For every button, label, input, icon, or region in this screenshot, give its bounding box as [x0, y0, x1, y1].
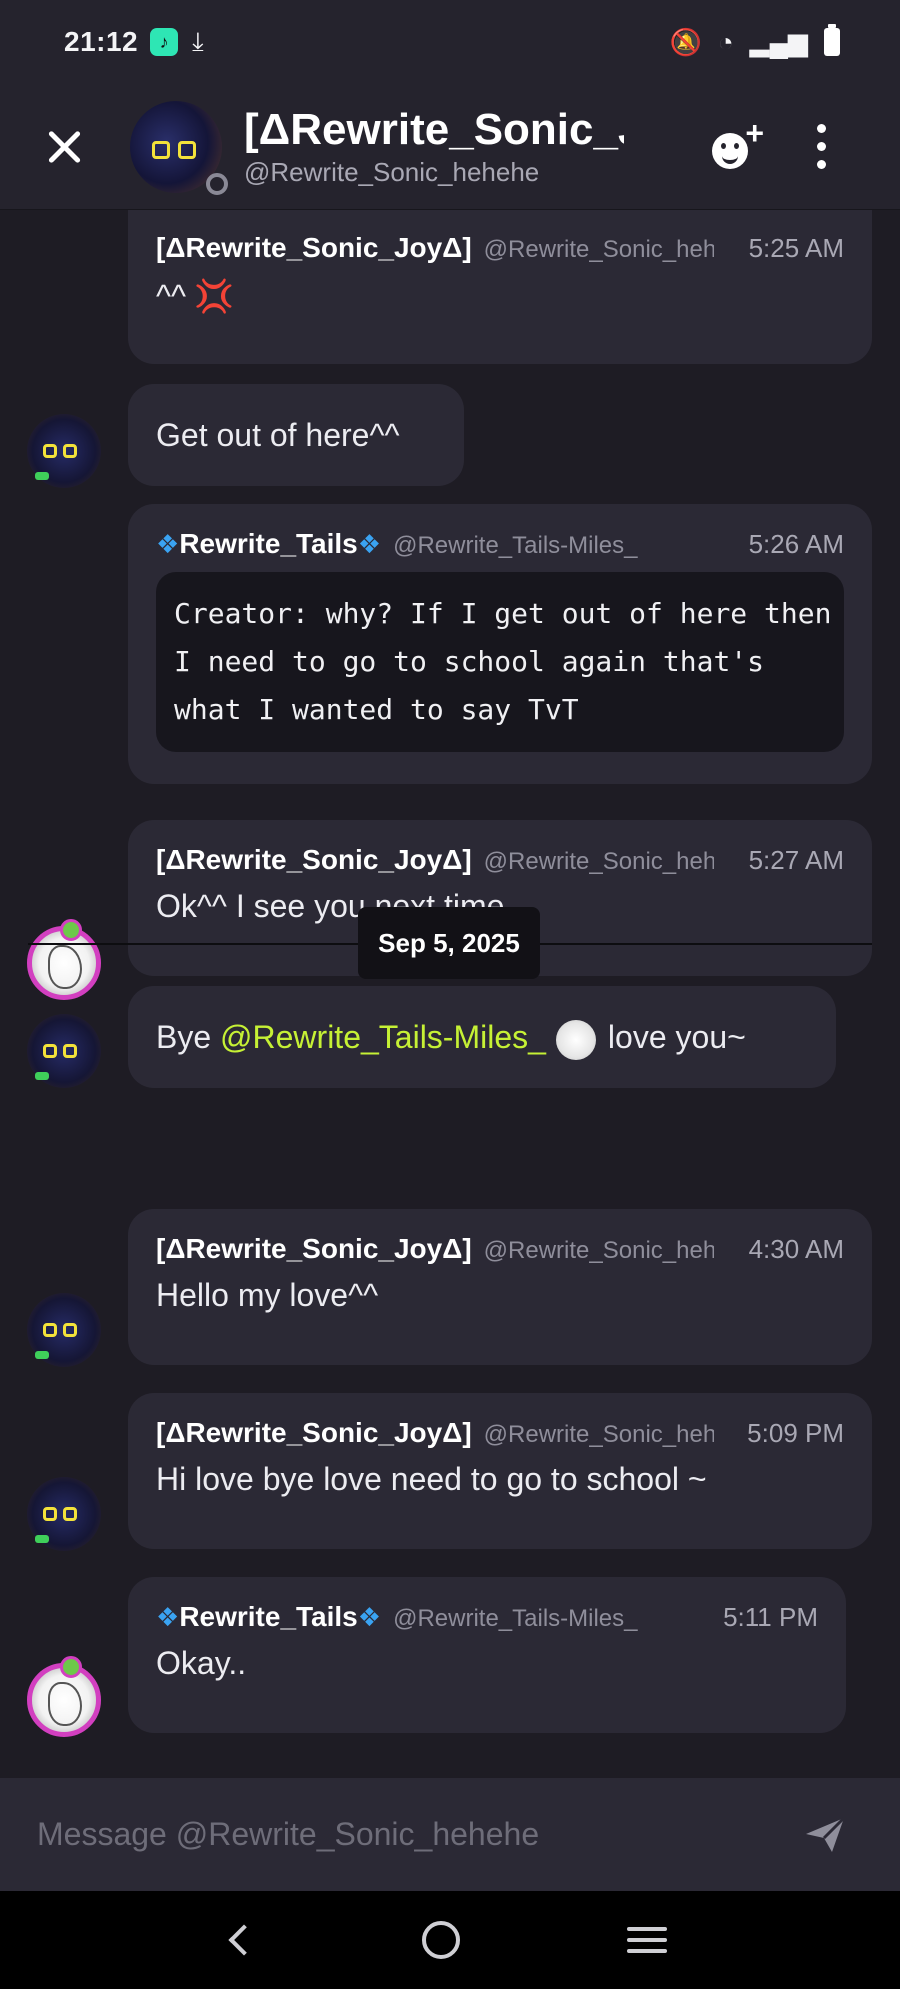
message-bubble[interactable]: ❖ Rewrite_Tails ❖ @Rewrite_Tails-Miles_ …: [128, 504, 872, 784]
header-title[interactable]: [ΔRewrite_Sonic_JoyΔ] @Rewrite_Sonic_heh…: [244, 105, 624, 188]
message-handle: @Rewrite_Sonic_hehehe: [483, 236, 714, 263]
message-text: Get out of here^^: [156, 417, 400, 453]
message-time: 5:11 PM: [723, 1602, 818, 1632]
avatar[interactable]: [27, 1477, 101, 1551]
message-text: love you~: [607, 1019, 746, 1055]
message-handle: @Rewrite_Sonic_hehehe: [483, 1237, 714, 1264]
avatar[interactable]: [27, 1293, 101, 1367]
message-author: Rewrite_Tails: [179, 1601, 358, 1632]
download-icon: ⤓: [192, 26, 204, 56]
message-time: 5:25 AM: [748, 233, 844, 263]
nav-back-icon[interactable]: [228, 1924, 260, 1956]
message-author: [ΔRewrite_Sonic_JoyΔ]: [156, 844, 472, 875]
diamond-icon: ❖: [156, 529, 180, 559]
app-notification-icon: ♪: [150, 28, 179, 56]
message-bubble[interactable]: Bye @Rewrite_Tails-Miles_ love you~: [128, 986, 836, 1088]
message-author: [ΔRewrite_Sonic_JoyΔ]: [156, 1233, 472, 1264]
message-text: Hi love bye love need to go to school ~: [156, 1461, 707, 1497]
mention-avatar: [555, 1019, 596, 1060]
message-bubble[interactable]: ❖ Rewrite_Tails ❖ @Rewrite_Tails-Miles_ …: [128, 1577, 846, 1733]
message-handle: @Rewrite_Sonic_hehehe: [483, 848, 714, 875]
mute-icon: 🔕: [669, 26, 702, 57]
nav-home-icon[interactable]: [421, 1921, 460, 1959]
message-author: [ΔRewrite_Sonic_JoyΔ]: [156, 232, 472, 263]
header-handle: @Rewrite_Sonic_hehehe: [244, 157, 540, 187]
avatar[interactable]: [27, 414, 101, 488]
message-author: Rewrite_Tails: [179, 528, 358, 559]
offline-status-icon: [206, 172, 228, 195]
message-bubble[interactable]: [ΔRewrite_Sonic_JoyΔ] @Rewrite_Sonic_heh…: [128, 1209, 872, 1365]
user-mention[interactable]: @Rewrite_Tails-Miles_: [220, 1019, 546, 1055]
message-input[interactable]: [37, 1804, 802, 1865]
send-icon[interactable]: [802, 1812, 848, 1858]
date-label: Sep 5, 2025: [358, 907, 540, 979]
message-bubble[interactable]: [ΔRewrite_Sonic_JoyΔ] @Rewrite_Sonic_heh…: [128, 210, 872, 364]
battery-icon: [824, 24, 840, 56]
diamond-icon: ❖: [357, 529, 382, 559]
message-handle: @Rewrite_Tails-Miles_: [393, 532, 638, 559]
message-time: 5:26 AM: [748, 529, 844, 559]
signal-icon: ▂▄▆: [749, 26, 808, 57]
message-text: Okay..: [156, 1645, 247, 1681]
message-handle: @Rewrite_Sonic_hehehe: [483, 1421, 714, 1448]
message-text: Hello my love^^: [156, 1277, 379, 1313]
add-friend-icon[interactable]: +: [710, 115, 764, 173]
message-time: 4:30 AM: [748, 1234, 844, 1264]
avatar[interactable]: [27, 1656, 101, 1737]
status-icons: 🔕 ◔ ▂▄▆: [669, 24, 840, 58]
avatar[interactable]: [27, 1014, 101, 1088]
message-list[interactable]: [ΔRewrite_Sonic_JoyΔ] @Rewrite_Sonic_heh…: [0, 210, 900, 1778]
wifi-icon: ◔: [717, 26, 734, 57]
message-time: 5:27 AM: [748, 845, 844, 875]
message-bubble[interactable]: Get out of here^^: [128, 384, 464, 486]
message-bubble[interactable]: [ΔRewrite_Sonic_JoyΔ] @Rewrite_Sonic_heh…: [128, 1393, 872, 1549]
diamond-icon: ❖: [357, 1602, 382, 1632]
close-icon[interactable]: [40, 122, 90, 172]
nav-recent-icon[interactable]: [626, 1920, 667, 1960]
chat-header: [ΔRewrite_Sonic_JoyΔ] @Rewrite_Sonic_heh…: [0, 84, 900, 210]
status-time: 21:12: [64, 26, 139, 57]
status-bar: 21:12 ♪ ⤓ 🔕 ◔ ▂▄▆: [0, 0, 900, 84]
system-nav-bar: [0, 1891, 900, 1989]
diamond-icon: ❖: [156, 1602, 180, 1632]
message-text: ^^: [156, 278, 187, 314]
message-author: [ΔRewrite_Sonic_JoyΔ]: [156, 1417, 472, 1448]
message-handle: @Rewrite_Tails-Miles_: [393, 1605, 638, 1632]
date-divider: Sep 5, 2025: [28, 907, 872, 979]
code-block: Creator: why? If I get out of here then …: [156, 572, 844, 752]
more-icon[interactable]: [814, 124, 828, 169]
message-time: 5:09 PM: [747, 1418, 844, 1448]
message-text: Bye: [156, 1019, 212, 1055]
message-composer: [0, 1778, 900, 1891]
avatar[interactable]: [130, 100, 228, 195]
header-name: [ΔRewrite_Sonic_JoyΔ]: [244, 105, 624, 154]
anger-icon: 💢: [194, 278, 234, 314]
